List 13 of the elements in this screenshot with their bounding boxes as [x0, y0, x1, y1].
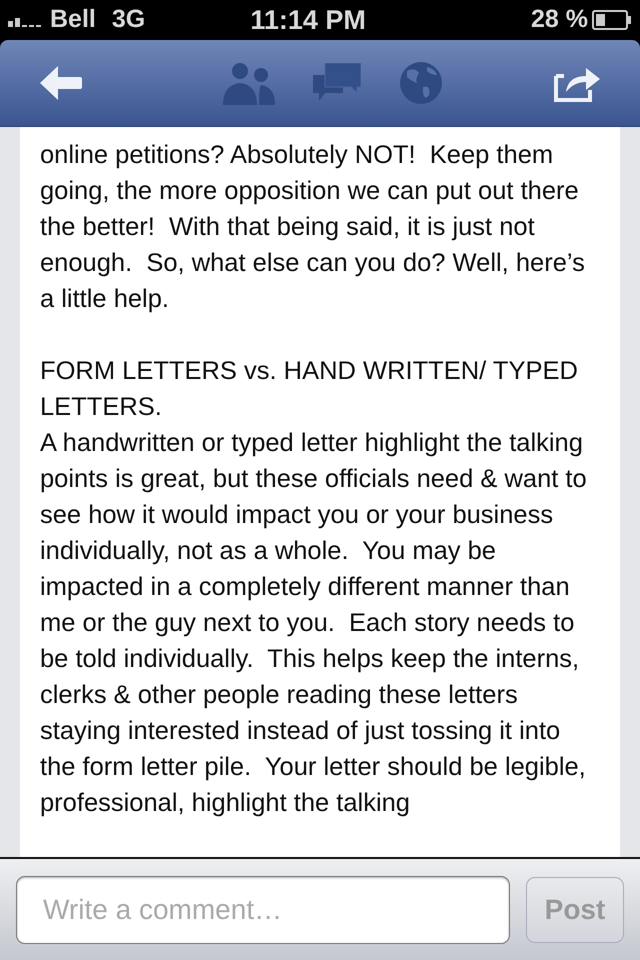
back-arrow-icon[interactable] [40, 66, 82, 100]
messages-icon[interactable] [313, 63, 361, 103]
post-paragraph: A handwritten or typed letter highlight the talking points is great, but these officials need & want to see how it would impact you or your business individually, not as a whole. You may be impacted in a completely different manner than me or the guy next to you. Each story needs to be told individually. This helps keep the interns, clerks & other people reading these letters staying interested instead of just tossing it into the form letter pile. Your letter should be legible, professional, highlight the talking [40, 428, 588, 819]
carrier-name: Bell [50, 4, 96, 36]
battery-percent: 28 % [531, 4, 588, 36]
comment-field[interactable]: Write a comment… [16, 876, 510, 944]
clock-time: 11:14 PM [250, 4, 366, 37]
post-paragraph: online petitions? Absolutely NOT! Keep them going, the more opposition we can put out there the better! With that being said, it is just not enough. So, what else can you do? Well, here’s a little help. [40, 140, 586, 315]
battery-icon [592, 10, 632, 30]
network-type: 3G [112, 4, 146, 36]
globe-icon[interactable] [399, 61, 443, 105]
section-heading: FORM LETTERS vs. HAND WRITTEN/ TYPED LETTERS. [40, 356, 579, 423]
friends-icon[interactable] [223, 61, 275, 105]
